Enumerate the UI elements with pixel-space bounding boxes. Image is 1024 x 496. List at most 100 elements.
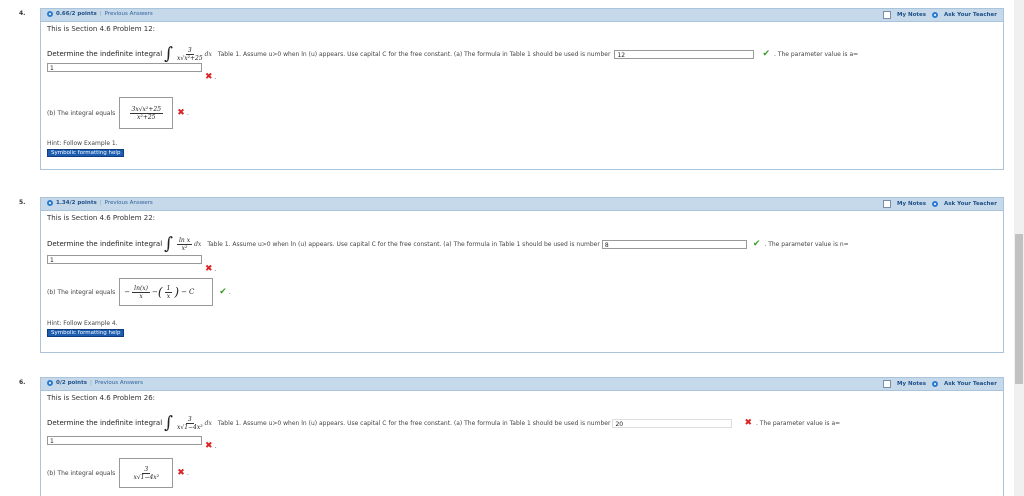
parameter-input[interactable]: 1 — [47, 255, 202, 264]
ask-teacher-link[interactable]: Ask Your Teacher — [944, 201, 997, 207]
parameter-label: . The parameter value is a= — [773, 50, 859, 58]
formula-number-input[interactable]: 12 — [614, 49, 755, 59]
points-area: 0/2 points | Previous Answers — [47, 380, 143, 386]
symbolic-formatting-help-link[interactable]: Symbolic formatting help — [47, 329, 125, 337]
integrand-denominator: x√x²+25 — [177, 54, 203, 62]
checkmark-icon: ✔ — [752, 239, 761, 249]
parameter-feedback: ✖ . — [201, 441, 216, 451]
answer-fraction: 3x√x²+25 x²+25 — [129, 105, 164, 121]
feedback-dot: . — [186, 109, 189, 117]
answer-fraction-2: 1 x — [164, 284, 173, 300]
points-value: 0/2 points — [56, 380, 87, 386]
answer-numerator: 3x√x²+25 — [129, 105, 164, 114]
checkmark-icon: ✔ — [762, 49, 770, 59]
answer-box[interactable]: − ln(x) x − ( 1 x ) − C — [119, 278, 214, 306]
answer-numerator-2: 1 — [164, 284, 173, 293]
my-notes-label[interactable]: My Notes — [897, 12, 926, 18]
parameter-input[interactable]: 1 — [47, 436, 202, 445]
question-4: 4. 0.66/2 points | Previous Answers My N… — [19, 8, 1004, 170]
dx-label: dx — [204, 419, 212, 427]
answer-row: (b) The integral equals − ln(x) x − ( 1 … — [47, 278, 231, 306]
integral-sign: ∫ — [164, 44, 173, 64]
feedback-dot: . — [214, 265, 217, 273]
ask-teacher-icon — [932, 12, 939, 18]
hint-area: Hint: Follow Example 1. Symbolic formatt… — [47, 140, 125, 157]
points-area: 0.66/2 points | Previous Answers — [47, 11, 153, 17]
ask-teacher-link[interactable]: Ask Your Teacher — [944, 381, 997, 387]
question-6: 6. 0/2 points | Previous Answers My Note… — [19, 377, 1004, 496]
feedback-dot: . — [214, 442, 217, 450]
parameter-feedback: ✖ . — [201, 72, 216, 82]
ask-teacher-icon — [932, 381, 939, 387]
question-body: This is Section 4.6 Problem 12: — [41, 22, 1003, 36]
problem-title: This is Section 4.6 Problem 12: — [47, 25, 156, 33]
question-5: 5. 1.34/2 points | Previous Answers My N… — [19, 197, 1004, 353]
parameter-row: 1 — [47, 63, 202, 72]
my-notes-checkbox[interactable] — [883, 11, 892, 19]
header-tools: My Notes Ask Your Teacher — [883, 200, 997, 208]
formula-number-input[interactable]: 8 — [601, 239, 747, 249]
points-icon — [47, 11, 53, 17]
formula-number-input[interactable]: 20 — [612, 418, 733, 428]
points-icon — [47, 200, 53, 206]
vertical-scrollbar[interactable] — [1014, 0, 1024, 496]
hint-area: Hint: Follow Example 4. Symbolic formatt… — [47, 320, 125, 337]
my-notes-checkbox[interactable] — [883, 380, 892, 388]
question-header: 6. 0/2 points | Previous Answers My Note… — [19, 378, 1003, 391]
my-notes-label[interactable]: My Notes — [897, 381, 926, 387]
symbolic-formatting-help-link[interactable]: Symbolic formatting help — [47, 149, 125, 157]
answer-denominator: x²+25 — [137, 113, 156, 121]
cross-icon: ✖ — [205, 264, 213, 274]
answer-row: (b) The integral equals 3x√x²+25 x²+25 ✖… — [47, 97, 189, 129]
determine-label: Determine the indefinite integral — [47, 419, 163, 427]
previous-answers-link[interactable]: Previous Answers — [95, 380, 143, 386]
question-number: 4. — [19, 10, 26, 17]
parameter-feedback: ✖ . — [201, 264, 216, 274]
integrand-denominator: x√1−4x² — [177, 423, 203, 431]
parameter-row: 1 — [47, 436, 202, 445]
integrand-fraction: 3 x√x²+25 — [177, 47, 203, 62]
integral-sign: ∫ — [164, 413, 173, 433]
instructions-text: Table 1. Assume u>0 when ln (u) appears.… — [217, 419, 611, 427]
feedback-dot: . — [228, 288, 231, 296]
problem-title: This is Section 4.6 Problem 22: — [47, 214, 156, 222]
answer-label: (b) The integral equals — [47, 109, 116, 117]
answer-box[interactable]: 3 x√1−4x² — [119, 458, 174, 488]
question-header: 4. 0.66/2 points | Previous Answers My N… — [19, 9, 1003, 22]
integral-row: Determine the indefinite integral ∫ ln x… — [47, 236, 849, 253]
parameter-row: 1 — [47, 255, 202, 264]
question-body: This is Section 4.6 Problem 22: — [41, 211, 1003, 225]
ask-teacher-icon — [932, 201, 939, 207]
points-area: 1.34/2 points | Previous Answers — [47, 200, 153, 206]
dx-label: dx — [204, 50, 212, 58]
points-icon — [47, 380, 53, 386]
cross-icon: ✖ — [177, 108, 185, 118]
answer-row: (b) The integral equals 3 x√1−4x² ✖ . — [47, 458, 189, 488]
parameter-input[interactable]: 1 — [47, 63, 202, 72]
separator: | — [99, 200, 102, 206]
my-notes-label[interactable]: My Notes — [897, 201, 926, 207]
ask-teacher-link[interactable]: Ask Your Teacher — [944, 12, 997, 18]
problem-title: This is Section 4.6 Problem 26: — [47, 394, 156, 402]
integral-row: Determine the indefinite integral ∫ 3 x√… — [47, 44, 859, 64]
separator: | — [90, 380, 92, 386]
constant-c: C — [188, 288, 195, 296]
answer-fraction-1: ln(x) x — [132, 285, 151, 300]
feedback-dot: . — [186, 469, 189, 477]
scrollbar-thumb[interactable] — [1015, 234, 1023, 384]
integrand-numerator: 3 — [185, 415, 194, 424]
cross-icon: ✖ — [205, 441, 213, 451]
question-number: 6. — [19, 379, 26, 386]
determine-label: Determine the indefinite integral — [47, 50, 163, 58]
answer-box[interactable]: 3x√x²+25 x²+25 — [119, 97, 174, 129]
question-number: 5. — [19, 199, 26, 206]
my-notes-checkbox[interactable] — [883, 200, 892, 208]
points-value: 0.66/2 points — [56, 11, 97, 17]
parameter-label: . The parameter value is n= — [764, 240, 849, 248]
previous-answers-link[interactable]: Previous Answers — [105, 11, 153, 17]
open-paren: ( — [157, 285, 163, 299]
previous-answers-link[interactable]: Previous Answers — [105, 200, 153, 206]
question-body: This is Section 4.6 Problem 26: — [41, 391, 1003, 405]
minus-sign: − — [124, 288, 131, 296]
close-paren: ) — [174, 285, 180, 299]
